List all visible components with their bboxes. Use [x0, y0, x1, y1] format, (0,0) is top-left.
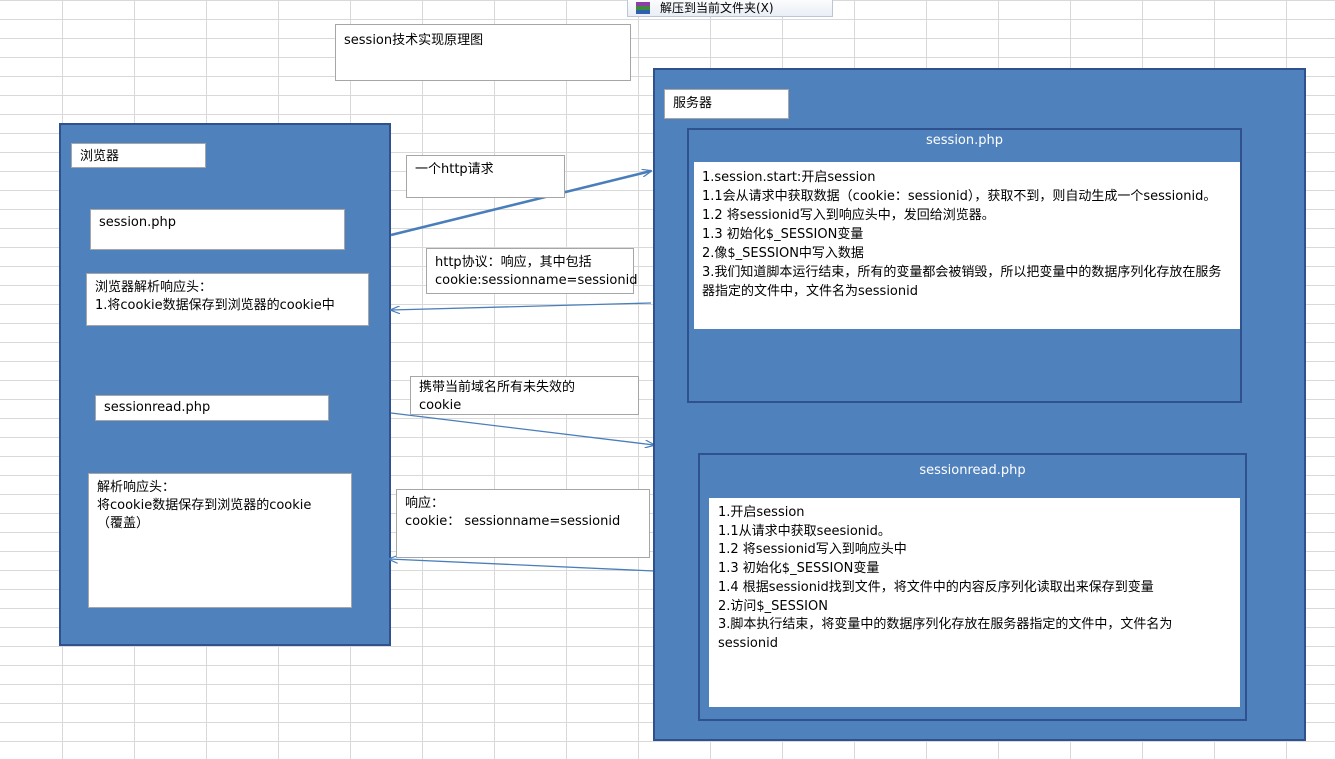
- arrow-http-response: [391, 302, 652, 310]
- server-label: 服务器: [664, 89, 789, 119]
- label-http-request: 一个http请求: [406, 155, 565, 198]
- arrow-response-2: [389, 559, 655, 572]
- label-response-2: 响应： cookie： sessionname=sessionid: [396, 489, 650, 558]
- server-session-php-title: session.php: [926, 133, 1003, 148]
- label-http-response: http协议：响应，其中包括 cookie:sessionname=sessio…: [426, 248, 637, 294]
- server-sessionread-php-title: sessionread.php: [919, 463, 1026, 478]
- server-session-php-body: 1.session.start:开启session 1.1会从请求中获取数据（c…: [694, 162, 1240, 329]
- arrow-carry-cookie: [390, 412, 654, 445]
- server-sessionread-php-body: 1.开启session 1.1从请求中获取seesionid。 1.2 将ses…: [709, 498, 1240, 707]
- label-carry-cookie: 携带当前域名所有未失效的 cookie: [410, 376, 639, 415]
